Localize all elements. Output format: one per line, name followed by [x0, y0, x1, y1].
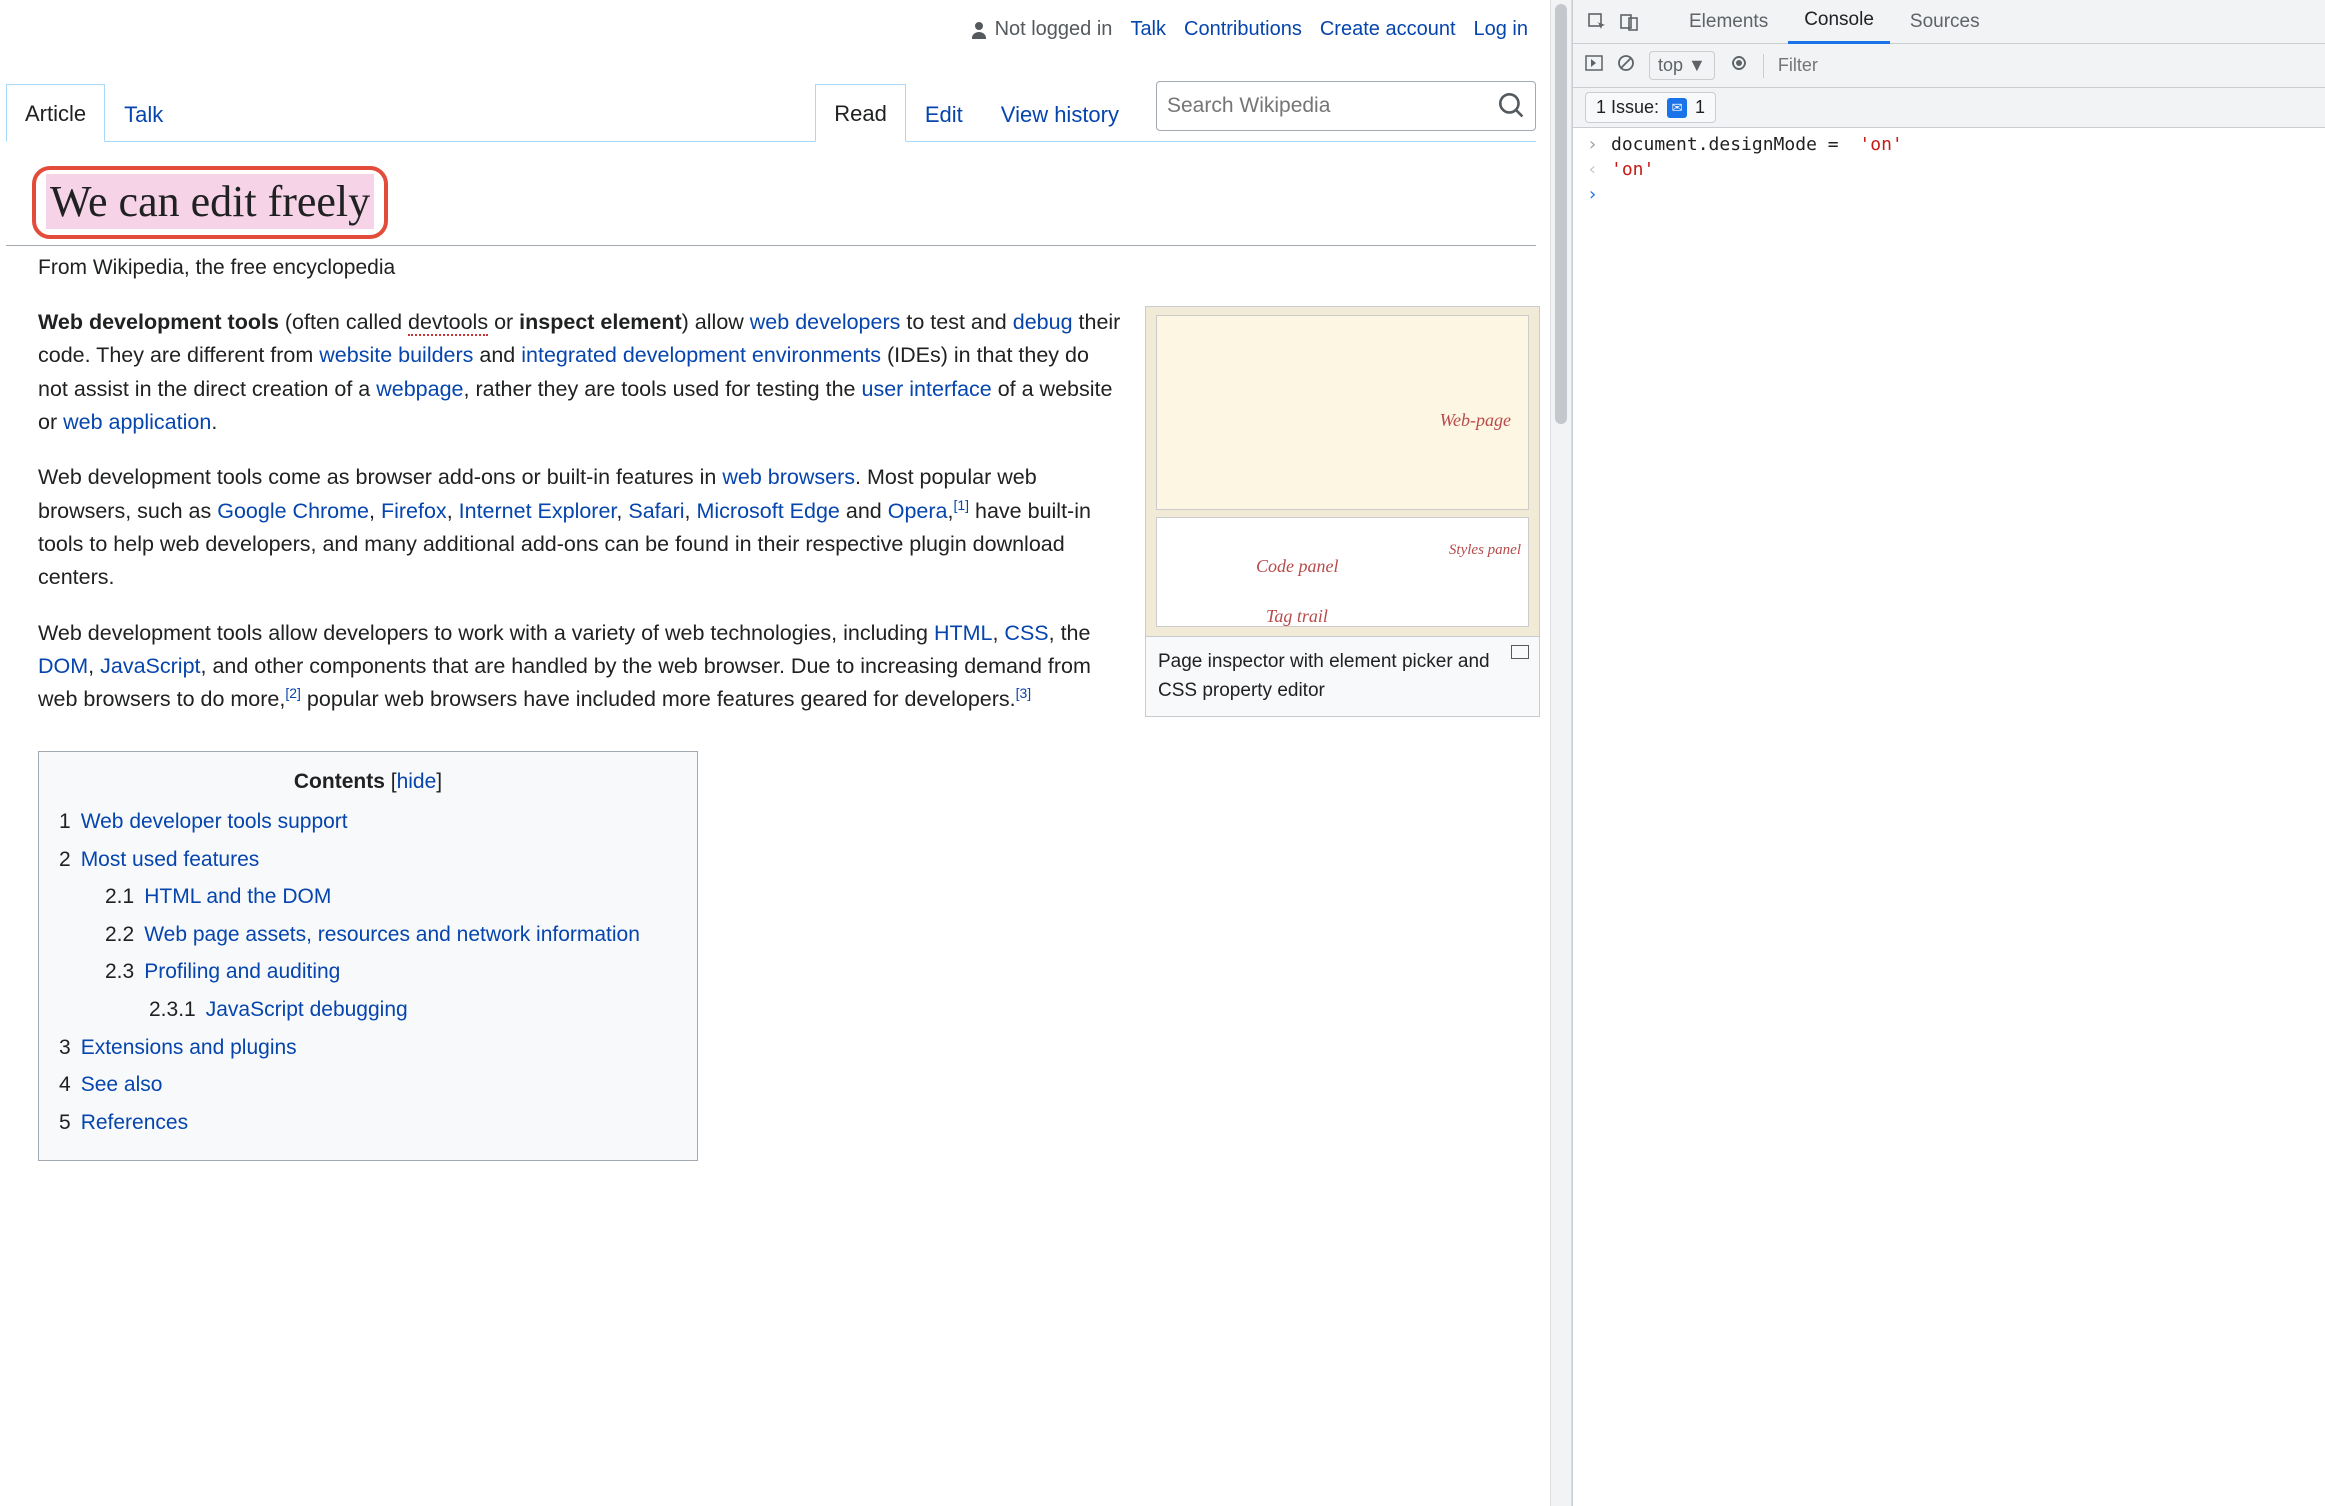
devtools-tab-elements[interactable]: Elements	[1673, 1, 1784, 43]
page-tabs: Article Talk Read Edit View history	[6, 81, 1536, 142]
link-user-interface[interactable]: user interface	[861, 377, 991, 401]
toc-item[interactable]: 5References	[59, 1107, 677, 1140]
table-of-contents: Contents [hide] 1Web developer tools sup…	[38, 751, 698, 1161]
link-html[interactable]: HTML	[934, 621, 993, 645]
page-title-highlight: We can edit freely	[32, 166, 388, 239]
link-webpage[interactable]: webpage	[376, 377, 463, 401]
link-dom[interactable]: DOM	[38, 654, 88, 678]
wikipedia-page: Not logged in Talk Contributions Create …	[0, 0, 1550, 1506]
infobox-label-code: Code panel	[1256, 553, 1339, 581]
devtools-panel: Elements Console Sources top ▼ 1 Issue: …	[1572, 0, 2325, 1506]
ref-1[interactable]: [1]	[953, 497, 969, 513]
tab-article[interactable]: Article	[6, 84, 105, 142]
link-debug[interactable]: debug	[1013, 310, 1073, 334]
toc-hide-link[interactable]: hide	[397, 770, 437, 793]
link-web-application[interactable]: web application	[63, 410, 211, 434]
issues-bar: 1 Issue: ✉ 1	[1573, 88, 2325, 128]
link-chrome[interactable]: Google Chrome	[217, 499, 369, 523]
console-prompt[interactable]: ›	[1573, 182, 2325, 207]
link-web-developers[interactable]: web developers	[750, 310, 901, 334]
not-logged-in-label: Not logged in	[969, 18, 1113, 41]
issue-message-icon: ✉	[1667, 98, 1687, 118]
personal-link-contributions[interactable]: Contributions	[1184, 18, 1302, 41]
infobox-caption: Page inspector with element picker and C…	[1146, 637, 1539, 716]
infobox-image[interactable]: Web-page Code panel Styles panel Tag tra…	[1146, 307, 1539, 637]
search-input[interactable]	[1167, 94, 1499, 118]
ref-2[interactable]: [2]	[285, 685, 301, 701]
console-input-line: ›document.designMode = 'on'	[1573, 132, 2325, 157]
expand-icon[interactable]	[1511, 645, 1529, 659]
toc-item[interactable]: 2Most used features	[59, 844, 677, 877]
console-toolbar: top ▼	[1573, 44, 2325, 88]
devtools-word: devtools	[408, 310, 488, 336]
scrollbar-thumb[interactable]	[1555, 4, 1567, 424]
link-website-builders[interactable]: website builders	[319, 343, 473, 367]
link-css[interactable]: CSS	[1004, 621, 1048, 645]
live-expression-icon[interactable]	[1729, 53, 1749, 78]
link-firefox[interactable]: Firefox	[381, 499, 447, 523]
infobox-label-webpage: Web-page	[1440, 407, 1511, 435]
console-output-line: ‹'on'	[1573, 157, 2325, 182]
link-ide[interactable]: integrated development environments	[521, 343, 881, 367]
device-toolbar-icon[interactable]	[1615, 8, 1643, 36]
devtools-tabbar: Elements Console Sources	[1573, 0, 2325, 44]
toc-item[interactable]: 2.1HTML and the DOM	[59, 881, 677, 914]
console-body[interactable]: ›document.designMode = 'on' ‹'on' ›	[1573, 128, 2325, 1506]
link-safari[interactable]: Safari	[628, 499, 684, 523]
search-icon[interactable]	[1499, 93, 1525, 119]
link-web-browsers[interactable]: web browsers	[722, 465, 855, 489]
toc-item[interactable]: 4See also	[59, 1069, 677, 1102]
personal-nav: Not logged in Talk Contributions Create …	[6, 0, 1536, 47]
tab-view-history[interactable]: View history	[982, 85, 1138, 142]
console-filter-input[interactable]	[1778, 55, 1898, 76]
console-sidebar-icon[interactable]	[1585, 54, 1603, 77]
infobox: Web-page Code panel Styles panel Tag tra…	[1145, 306, 1540, 717]
personal-link-create-account[interactable]: Create account	[1320, 18, 1456, 41]
toc-item[interactable]: 2.3Profiling and auditing	[59, 956, 677, 989]
toc-title: Contents	[294, 770, 385, 793]
toc-item[interactable]: 1Web developer tools support	[59, 806, 677, 839]
tab-read[interactable]: Read	[815, 84, 906, 142]
toc-item[interactable]: 2.2Web page assets, resources and networ…	[59, 919, 677, 952]
link-ie[interactable]: Internet Explorer	[459, 499, 617, 523]
personal-link-log-in[interactable]: Log in	[1474, 18, 1529, 41]
inspect-element-icon[interactable]	[1583, 8, 1611, 36]
infobox-label-styles: Styles panel	[1449, 539, 1521, 562]
context-selector[interactable]: top ▼	[1649, 51, 1715, 80]
ref-3[interactable]: [3]	[1016, 685, 1032, 701]
toc-item[interactable]: 2.3.1JavaScript debugging	[59, 994, 677, 1027]
page-subtitle: From Wikipedia, the free encyclopedia	[38, 256, 1536, 280]
page-scrollbar[interactable]	[1550, 0, 1572, 1506]
devtools-tab-console[interactable]: Console	[1788, 0, 1890, 44]
tab-talk[interactable]: Talk	[105, 85, 182, 142]
page-title[interactable]: We can edit freely	[46, 174, 374, 229]
tab-edit[interactable]: Edit	[906, 85, 982, 142]
link-javascript[interactable]: JavaScript	[100, 654, 200, 678]
link-edge[interactable]: Microsoft Edge	[696, 499, 839, 523]
link-opera[interactable]: Opera	[888, 499, 948, 523]
toc-item[interactable]: 3Extensions and plugins	[59, 1032, 677, 1065]
personal-link-talk[interactable]: Talk	[1130, 18, 1166, 41]
issues-chip[interactable]: 1 Issue: ✉ 1	[1585, 92, 1716, 123]
clear-console-icon[interactable]	[1617, 54, 1635, 77]
search-box[interactable]	[1156, 81, 1536, 131]
article-body: Web-page Code panel Styles panel Tag tra…	[6, 306, 1536, 1161]
infobox-label-tag: Tag trail	[1266, 603, 1328, 631]
devtools-tab-sources[interactable]: Sources	[1894, 1, 1996, 43]
user-icon	[969, 20, 989, 40]
